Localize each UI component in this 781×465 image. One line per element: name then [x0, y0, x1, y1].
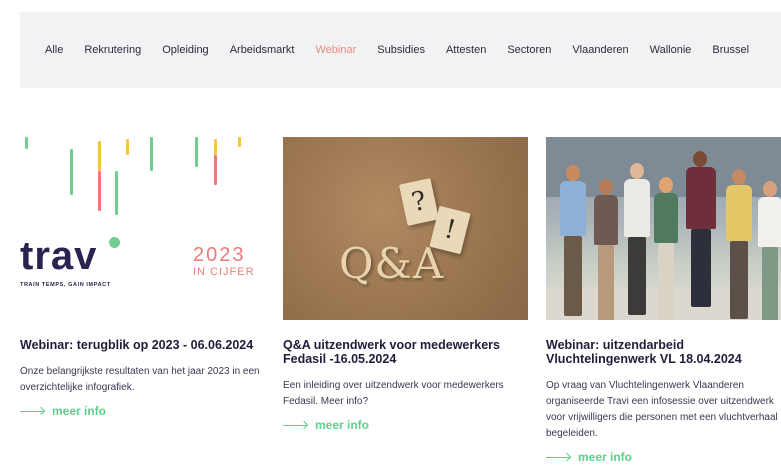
decorative-bar — [70, 149, 73, 195]
filter-nav: Alle Rekrutering Opleiding Arbeidsmarkt … — [20, 12, 781, 88]
decorative-bar — [214, 155, 217, 185]
arrow-right-icon — [20, 410, 44, 412]
nav-item-arbeidsmarkt[interactable]: Arbeidsmarkt — [230, 44, 295, 56]
travi-logo-dot — [109, 237, 120, 248]
nav-item-opleiding[interactable]: Opleiding — [162, 44, 208, 56]
nav-item-wallonie[interactable]: Wallonie — [650, 44, 692, 56]
card-title[interactable]: Webinar: uitzendarbeid Vluchtelingenwerk… — [546, 338, 781, 366]
card-title[interactable]: Q&A uitzendwerk voor medewerkers Fedasil… — [283, 338, 528, 366]
card-description: Een inleiding over uitzendwerk voor mede… — [283, 380, 504, 407]
meer-info-label: meer info — [315, 418, 370, 432]
card-image-infographic[interactable]: trav TRAIN TEMPS, GAIN IMPACT 2023 IN CI… — [20, 137, 265, 320]
filter-nav-list: Alle Rekrutering Opleiding Arbeidsmarkt … — [45, 44, 770, 56]
meer-info-link[interactable]: meer info — [546, 450, 781, 464]
decorative-bar — [150, 137, 153, 171]
decorative-bar — [98, 141, 101, 171]
article-card-vluchtelingenwerk[interactable]: Webinar: uitzendarbeid Vluchtelingenwerk… — [546, 137, 781, 464]
article-card-qa-fedasil[interactable]: ? ! Q&A Q&A uitzendwerk voor medewerkers… — [283, 137, 528, 432]
nav-item-attesten[interactable]: Attesten — [446, 44, 486, 56]
decorative-bar — [98, 171, 101, 211]
nav-item-vlaanderen[interactable]: Vlaanderen — [572, 44, 628, 56]
article-card-terugblik[interactable]: trav TRAIN TEMPS, GAIN IMPACT 2023 IN CI… — [20, 137, 265, 418]
nav-item-subsidies[interactable]: Subsidies — [377, 44, 425, 56]
decorative-bar — [25, 137, 28, 149]
nav-item-brussel[interactable]: Brussel — [712, 44, 749, 56]
card-description: Op vraag van Vluchtelingenwerk Vlaandere… — [546, 380, 778, 439]
travi-logo: trav — [20, 234, 98, 278]
nav-item-webinar[interactable]: Webinar — [315, 44, 356, 56]
card-image-group-photo[interactable] — [546, 137, 781, 320]
infographic-year: 2023 — [193, 244, 246, 266]
decorative-bar — [126, 139, 129, 155]
nav-item-rekrutering[interactable]: Rekrutering — [84, 44, 141, 56]
meer-info-link[interactable]: meer info — [283, 418, 528, 432]
decorative-bar — [214, 139, 217, 155]
meer-info-label: meer info — [52, 404, 107, 418]
question-tile: ? — [398, 178, 440, 226]
travi-tagline: TRAIN TEMPS, GAIN IMPACT — [20, 282, 111, 288]
qa-letters: Q&A — [339, 239, 445, 288]
decorative-bar — [115, 171, 118, 215]
arrow-right-icon — [546, 456, 570, 458]
decorative-bar — [238, 137, 241, 147]
nav-item-sectoren[interactable]: Sectoren — [507, 44, 551, 56]
meer-info-label: meer info — [578, 450, 633, 464]
infographic-subtitle: IN CIJFER — [193, 266, 255, 278]
card-title[interactable]: Webinar: terugblik op 2023 - 06.06.2024 — [20, 338, 265, 352]
arrow-right-icon — [283, 424, 307, 426]
meer-info-link[interactable]: meer info — [20, 404, 265, 418]
card-image-qa[interactable]: ? ! Q&A — [283, 137, 528, 320]
nav-item-alle[interactable]: Alle — [45, 44, 63, 56]
card-description: Onze belangrijkste resultaten van het ja… — [20, 366, 260, 393]
decorative-bar — [195, 137, 198, 167]
